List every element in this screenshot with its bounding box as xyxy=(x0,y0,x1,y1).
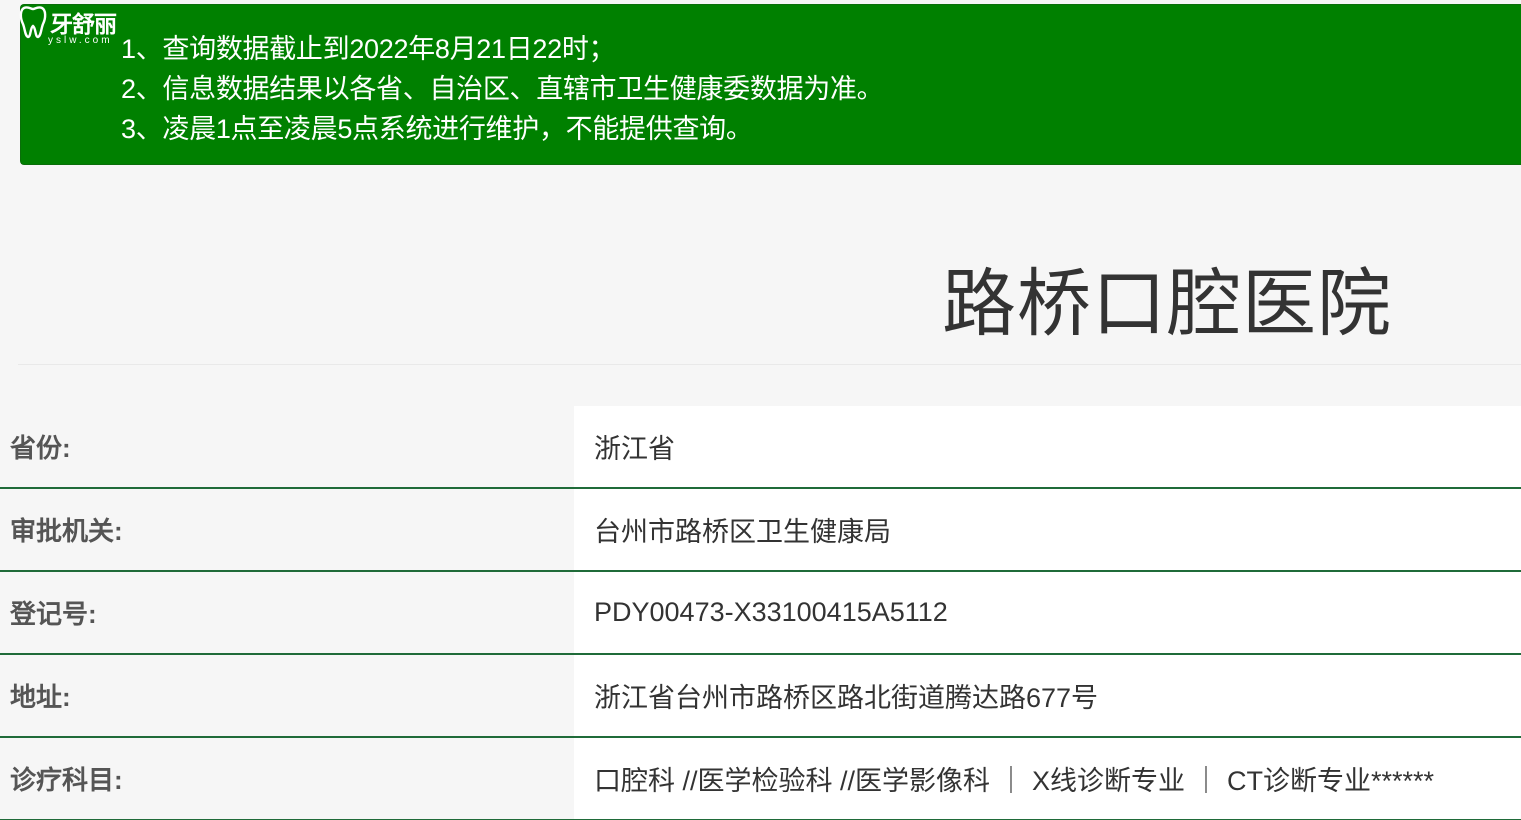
table-row: 省份: 浙江省 xyxy=(0,406,1521,489)
registration-value: PDY00473-X33100415A5112 xyxy=(574,572,1521,653)
authority-value: 台州市路桥区卫生健康局 xyxy=(574,489,1521,570)
notice-banner: 1、查询数据截止到2022年8月21日22时； 2、信息数据结果以各省、自治区、… xyxy=(20,4,1521,165)
authority-label: 审批机关: xyxy=(0,489,574,570)
page: 1、查询数据截止到2022年8月21日22时； 2、信息数据结果以各省、自治区、… xyxy=(0,0,1521,820)
notice-list: 1、查询数据截止到2022年8月21日22时； 2、信息数据结果以各省、自治区、… xyxy=(121,29,884,149)
province-value: 浙江省 xyxy=(574,406,1521,487)
address-label: 地址: xyxy=(0,655,574,736)
notice-item: 1、查询数据截止到2022年8月21日22时； xyxy=(121,34,616,64)
departments-value: 口腔科 //医学检验科 //医学影像科 ｜ X线诊断专业 ｜ CT诊断专业***… xyxy=(574,738,1521,819)
table-row: 诊疗科目: 口腔科 //医学检验科 //医学影像科 ｜ X线诊断专业 ｜ CT诊… xyxy=(0,738,1521,820)
title-divider xyxy=(18,364,1521,365)
table-row: 地址: 浙江省台州市路桥区路北街道腾达路677号 xyxy=(0,655,1521,738)
notice-item: 2、信息数据结果以各省、自治区、直辖市卫生健康委数据为准。 xyxy=(121,74,884,104)
notice-item: 3、凌晨1点至凌晨5点系统进行维护，不能提供查询。 xyxy=(121,114,753,144)
address-value: 浙江省台州市路桥区路北街道腾达路677号 xyxy=(574,655,1521,736)
info-table: 省份: 浙江省 审批机关: 台州市路桥区卫生健康局 登记号: PDY00473-… xyxy=(0,406,1521,820)
registration-label: 登记号: xyxy=(0,572,574,653)
page-title: 路桥口腔医院 xyxy=(942,262,1392,345)
table-row: 审批机关: 台州市路桥区卫生健康局 xyxy=(0,489,1521,572)
province-label: 省份: xyxy=(0,406,574,487)
table-row: 登记号: PDY00473-X33100415A5112 xyxy=(0,572,1521,655)
departments-label: 诊疗科目: xyxy=(0,738,574,819)
